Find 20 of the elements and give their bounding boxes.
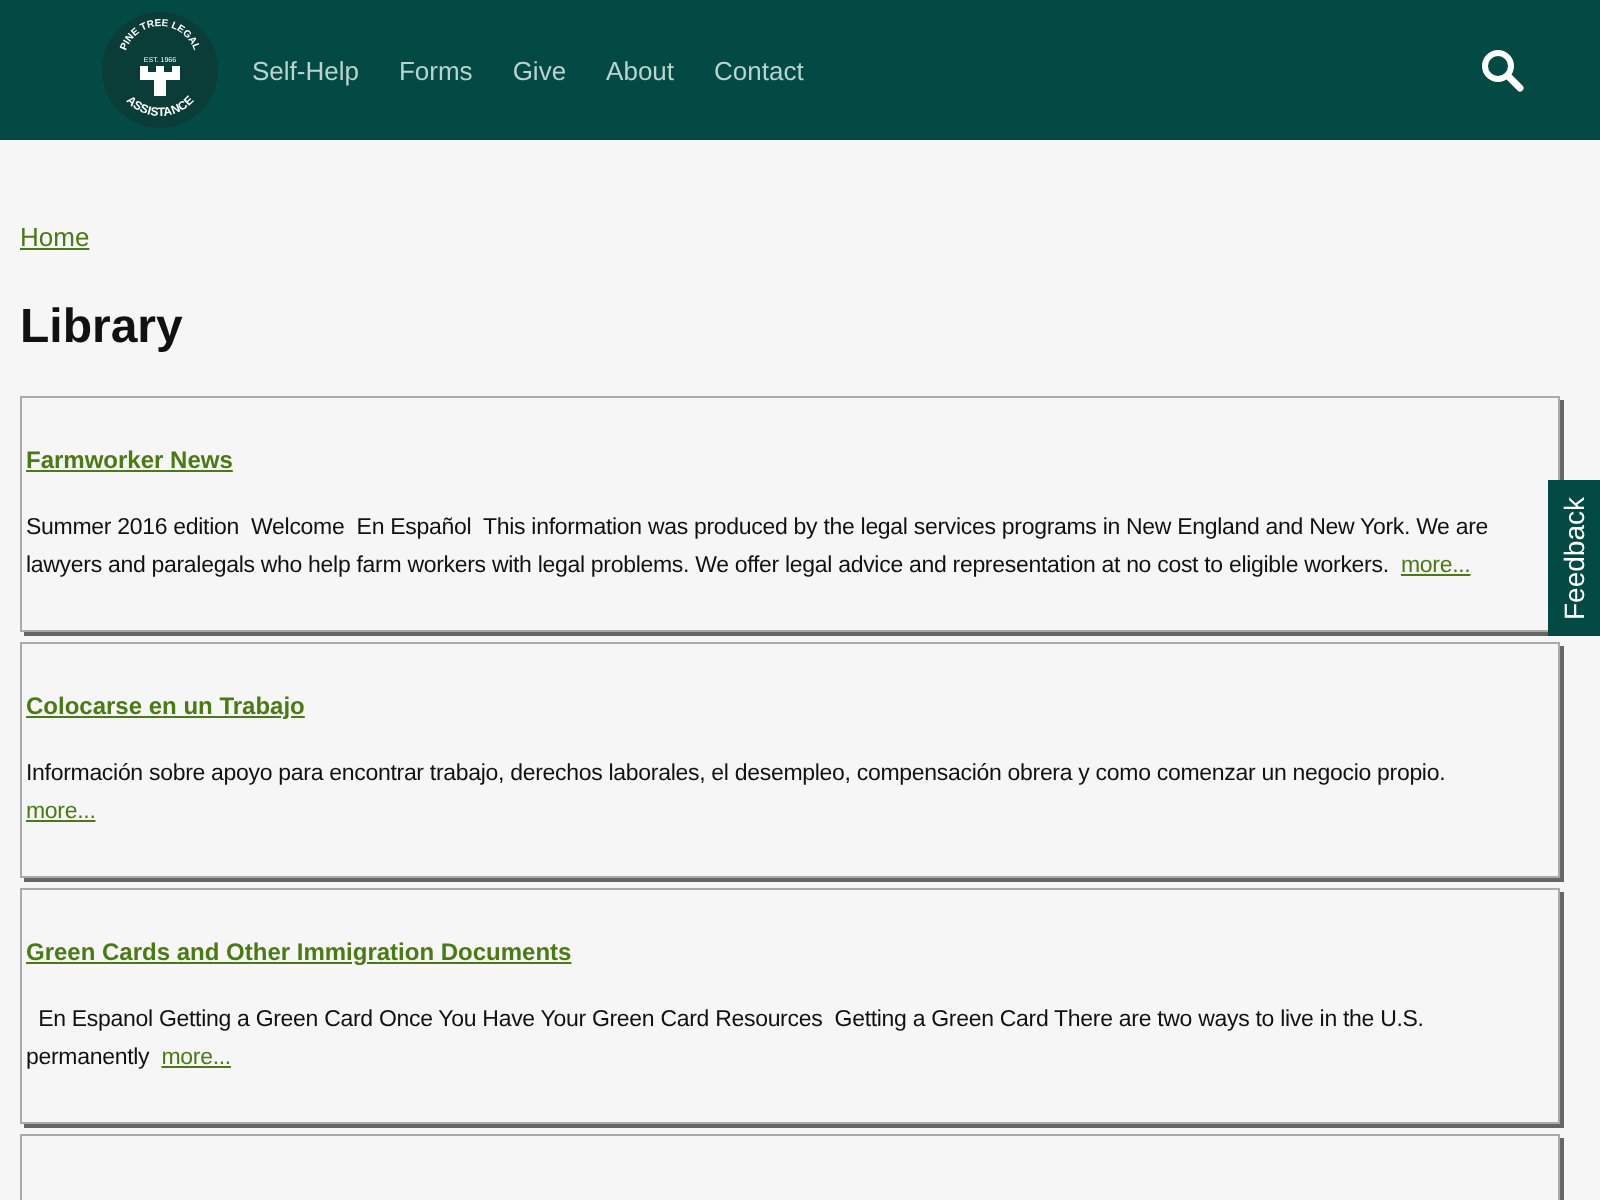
item-title-link[interactable]: Green Cards and Other Immigration Documents xyxy=(26,938,572,966)
search-icon xyxy=(1480,48,1524,92)
breadcrumb-link[interactable]: Home xyxy=(20,222,90,252)
item-summary: Summer 2016 edition Welcome En Español This information was produced by the legal services programs in New England and New York. We are lawyers and paralegals who help farm workers with legal problems. We offer legal advice and representation at no cost to eligible workers. more... xyxy=(26,514,1491,582)
more-link[interactable]: more... xyxy=(1400,554,1471,578)
item-summary: Información sobre apoyo para encontrar trabajo, derechos laborales, el desempleo, compensación obrera y como comenzar un negocio propio. more... xyxy=(26,760,1448,828)
feedback-tab[interactable]: Feedback xyxy=(1548,480,1600,636)
logo-badge[interactable] xyxy=(102,12,218,128)
nav-link[interactable]: Contact xyxy=(714,55,804,85)
search-button[interactable] xyxy=(1480,48,1524,92)
item-title-link[interactable]: Farmworker News xyxy=(26,446,233,474)
item-summary: En Espanol Getting a Green Card Once You Have Your Green Card Resources Getting a Green Card There are two ways to live in the U.S. permanently more... xyxy=(26,1006,1426,1074)
item-title-link[interactable]: Colocarse en un Trabajo xyxy=(26,692,305,720)
more-link[interactable]: more... xyxy=(26,800,96,824)
page-title: Library xyxy=(20,300,185,356)
nav-link[interactable]: Self-Help xyxy=(252,55,359,85)
nav-link[interactable]: Forms xyxy=(398,55,473,85)
nav-link[interactable]: About xyxy=(606,55,675,85)
more-link[interactable]: more... xyxy=(161,1046,231,1070)
nav-link[interactable]: Give xyxy=(512,55,567,85)
